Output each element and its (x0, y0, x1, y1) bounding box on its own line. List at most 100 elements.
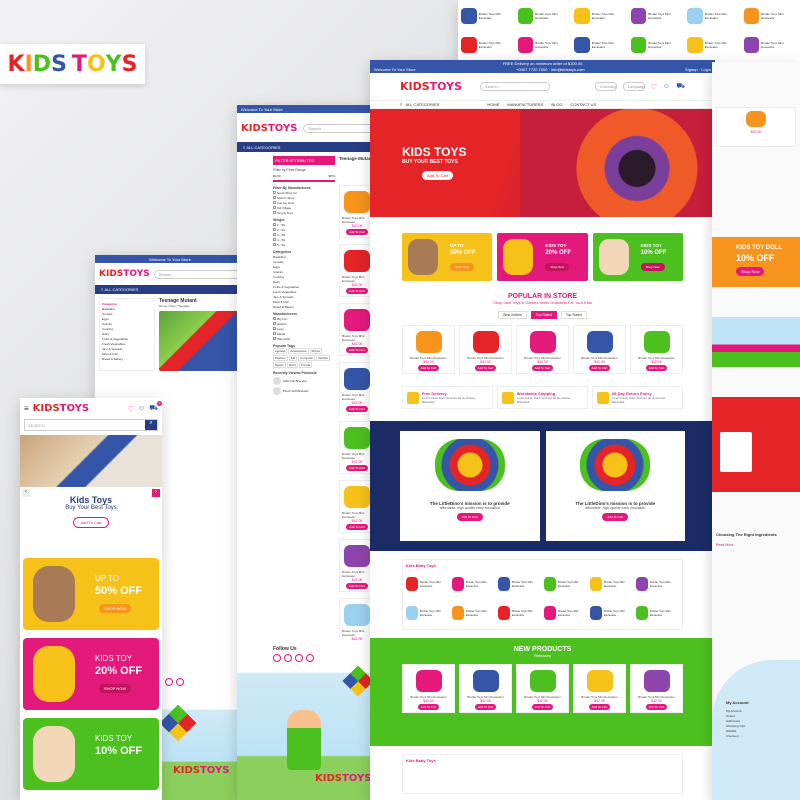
product-card[interactable]: Bruder Toys Mini Excavator (743, 32, 798, 58)
tag[interactable]: Kid (288, 355, 298, 361)
filter-option[interactable]: Simply Toys (273, 210, 335, 215)
product-card[interactable]: Bruder Toys Mini Excavator (452, 600, 495, 626)
nav-link[interactable]: BLOG (551, 102, 562, 107)
filter-option[interactable]: Playmobil (273, 336, 335, 341)
currency-select[interactable]: Currency (594, 82, 617, 91)
cart-icon[interactable]: ⛟ (676, 82, 685, 91)
add-to-cart-button[interactable]: Add To Cart (346, 583, 368, 589)
mobile-promo-card[interactable]: KIDS TOY 20% OFF SHOP NOW (23, 638, 159, 710)
tag[interactable]: Accessories (288, 348, 309, 354)
tag[interactable]: Sports (273, 362, 286, 368)
facebook-icon[interactable] (165, 678, 173, 686)
header-search[interactable]: Search... (480, 82, 551, 91)
checkbox[interactable] (273, 191, 276, 194)
promo-card-1[interactable]: UP TO 50% OFF Shop Now (402, 233, 493, 281)
popular-tab[interactable]: Best Sellers (498, 311, 527, 319)
checkbox[interactable] (273, 317, 276, 320)
hero-add-to-cart-button[interactable]: Add To Cart (422, 171, 454, 180)
add-to-cart-button[interactable]: Add To Cart (346, 406, 368, 412)
checkbox[interactable] (273, 228, 276, 231)
product-card[interactable]: Bruder Toys Mini Excavator (452, 571, 495, 597)
nav-link[interactable]: MANUFACTURERS (507, 102, 543, 107)
product-card[interactable]: Bruder Toys Mini Excavator$42.00Add To C… (459, 664, 512, 713)
product-card[interactable]: Bruder Toys Mini Excavator (630, 3, 685, 29)
product-card[interactable]: Bruder Toys Mini Excavator (498, 600, 541, 626)
youtube-icon[interactable] (295, 654, 303, 662)
product-card[interactable]: Bruder Toys Mini Excavator$42.00Add To C… (630, 325, 683, 374)
promo-button[interactable]: Shop Now (640, 263, 665, 271)
add-to-cart-button[interactable]: Add To Cart (474, 365, 497, 371)
price-slider[interactable] (273, 180, 335, 182)
account-icon[interactable]: ☺ (663, 83, 670, 90)
product-card[interactable]: Bruder Toys Mini Excavator (574, 32, 628, 58)
product-card[interactable]: Bruder Toys Mini Excavator (590, 571, 633, 597)
product-card[interactable]: Bruder Toys Mini Excavator (406, 571, 449, 597)
product-card[interactable]: Bruder Toys Mini Excavator$42.00Add To C… (402, 325, 455, 374)
add-to-cart-button[interactable]: Add To Cart (346, 229, 368, 235)
twitter-icon[interactable] (284, 654, 292, 662)
add-to-cart-button[interactable]: Add To Cart (531, 704, 554, 710)
wishlist-icon[interactable]: ♡ (128, 405, 134, 413)
product-card[interactable]: Bruder Toys Mini Excavator (461, 32, 515, 58)
account-icon[interactable]: ☺ (138, 405, 145, 412)
product-card[interactable]: Bruder Toys Mini Excavator$42.00Add To C… (459, 325, 512, 374)
product-card[interactable]: Bruder Toys Mini Excavator (517, 3, 572, 29)
add-to-cart-button[interactable]: Add To Cart (474, 704, 497, 710)
read-more-link[interactable]: Read More (716, 543, 796, 547)
product-card[interactable]: Bruder Toys Mini Excavator (687, 32, 741, 58)
mobile-promo-card[interactable]: KIDS TOY 10% OFF (23, 718, 159, 790)
panel1-search[interactable]: Search... (153, 269, 241, 279)
add-to-cart-button[interactable]: Add To Cart (346, 465, 368, 471)
instagram-icon[interactable] (306, 654, 314, 662)
mission-button[interactable]: Add To Cart (456, 513, 483, 521)
mobile-promo-card[interactable]: UP TO 50% OFF SHOP NOW (23, 558, 159, 630)
header-logo[interactable]: KIDS TOYS (400, 80, 462, 93)
language-select[interactable]: Language (622, 82, 646, 91)
checkbox[interactable] (273, 206, 276, 209)
product-card[interactable]: Bruder Toys Mini Excavator (743, 3, 798, 29)
prev-arrow-icon[interactable]: ‹ (22, 489, 30, 497)
right-product-card-2[interactable] (720, 432, 752, 472)
add-to-cart-button[interactable]: Add To Cart (645, 365, 668, 371)
product-card[interactable]: Bruder Toys Mini Excavator (687, 3, 741, 29)
checkbox[interactable] (273, 332, 276, 335)
promo-button[interactable]: Shop Now (545, 263, 570, 271)
add-to-cart-button[interactable]: Add To Cart (417, 704, 440, 710)
checkbox[interactable] (273, 327, 276, 330)
checkbox[interactable] (273, 201, 276, 204)
mobile-search-input[interactable]: SEARCH (25, 420, 145, 430)
facebook-icon[interactable] (273, 654, 281, 662)
cart-icon[interactable]: ⛟ 0 (149, 401, 162, 413)
product-card[interactable]: Bruder Toys Mini Excavator$42.00Add To C… (402, 664, 455, 713)
add-to-cart-button[interactable]: Add To Cart (531, 365, 554, 371)
tag[interactable]: Trends (298, 362, 313, 368)
product-card[interactable]: Bruder Toys Mini Excavator$42.00Add To C… (516, 325, 569, 374)
product-card[interactable]: Bruder Toys Mini Excavator (461, 3, 515, 29)
product-card[interactable]: Bruder Toys Mini Excavator (574, 3, 628, 29)
mission-button[interactable]: Add To Cart (602, 513, 629, 521)
signup-link[interactable]: Signup (685, 67, 697, 72)
promo-button[interactable]: Shop Now (450, 263, 474, 271)
mobile-hero-button[interactable]: Add To Cart (73, 517, 109, 528)
tag[interactable]: Fashion (273, 355, 288, 361)
checkbox[interactable] (273, 337, 276, 340)
right-promo[interactable]: KIDS TOY DOLL 10% OFF Shop Now (712, 237, 800, 287)
nav-link[interactable]: CONTACT US (571, 102, 597, 107)
tag[interactable]: Sport (286, 362, 298, 368)
tag[interactable]: Apparel (273, 348, 288, 354)
checkbox[interactable] (273, 243, 276, 246)
popular-tab[interactable]: Top Rated (530, 311, 557, 319)
filter-option[interactable]: 5 - 5G (273, 242, 335, 247)
account-link[interactable]: Checkout (726, 733, 745, 738)
popular-tab[interactable]: Top Rated (560, 311, 587, 319)
product-card[interactable]: Bruder Toys Mini Excavator$42.00Add To C… (630, 664, 683, 713)
add-to-cart-button[interactable]: Add To Cart (346, 524, 368, 530)
promo-card-3[interactable]: KIDS TOY 10% OFF Shop Now (592, 233, 683, 281)
add-to-cart-button[interactable]: Add To Cart (417, 365, 440, 371)
search-icon[interactable]: ⌕ (145, 420, 157, 430)
mobile-logo[interactable]: KIDS TOYS (33, 403, 89, 414)
hamburger-icon[interactable]: ≡ (24, 404, 29, 413)
product-card[interactable]: Bruder Toys Mini Excavator (498, 571, 541, 597)
product-card[interactable]: Bruder Toys Mini Excavator (544, 600, 587, 626)
panel2-categories-bar[interactable]: ≡ ALL CATEGORIES (237, 142, 387, 152)
